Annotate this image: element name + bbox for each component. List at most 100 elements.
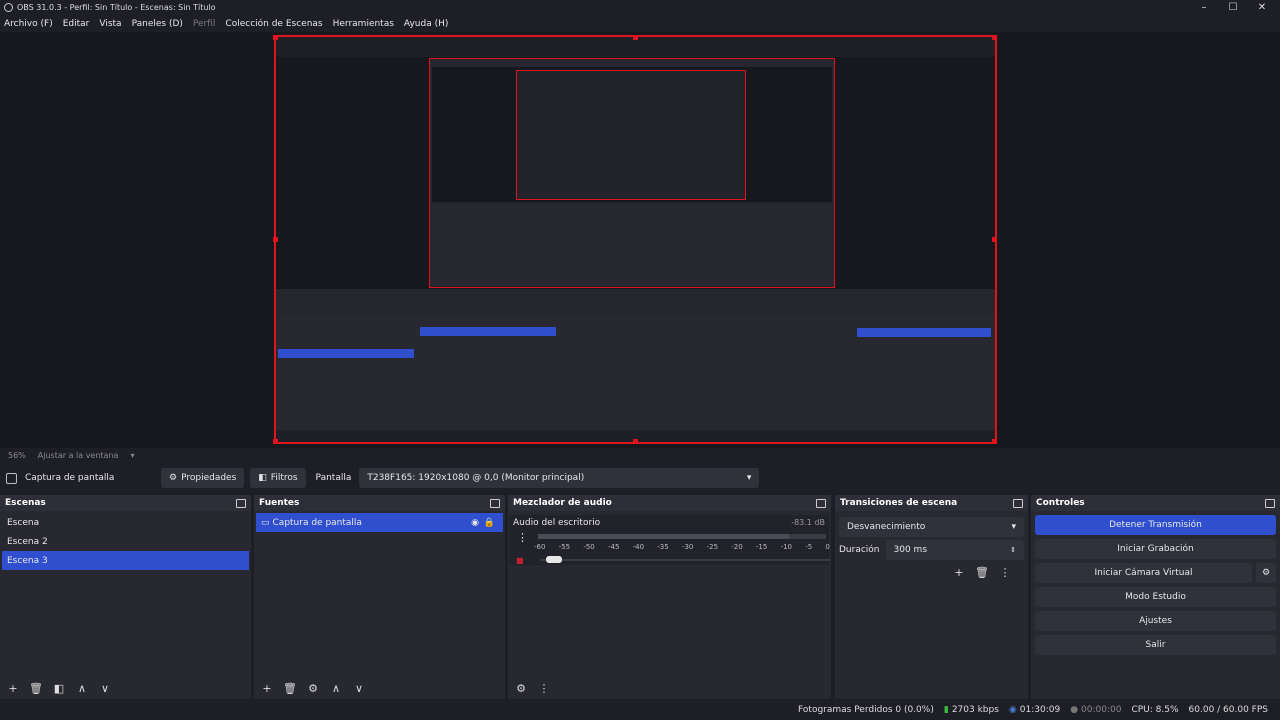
minimize-button[interactable]: –: [1189, 0, 1219, 15]
resize-handle[interactable]: [992, 237, 997, 242]
volume-slider-track[interactable]: [540, 559, 830, 561]
source-item[interactable]: ▭ Captura de pantalla ◉ 🔒: [256, 513, 503, 532]
spin-arrows-icon[interactable]: ⇕: [1010, 546, 1016, 554]
menu-paneles[interactable]: Paneles (D): [132, 19, 183, 29]
undock-icon[interactable]: [1013, 498, 1023, 508]
add-icon[interactable]: +: [951, 564, 967, 580]
sources-footer: + 🗑 ⚙ ∧ ∨: [254, 677, 505, 699]
preview-canvas[interactable]: [274, 35, 997, 444]
volume-meter: [538, 534, 826, 539]
volume-slider-handle[interactable]: [546, 556, 562, 563]
menu-ayuda[interactable]: Ayuda (H): [404, 19, 448, 29]
meter-tick-label: -40: [632, 543, 645, 551]
mute-speaker-icon[interactable]: ■: [516, 556, 524, 565]
resize-handle[interactable]: [633, 439, 638, 444]
nested-capture-control-button: [857, 328, 991, 337]
close-button[interactable]: ✕: [1247, 0, 1277, 15]
display-label: Pantalla: [315, 473, 352, 483]
resize-handle[interactable]: [992, 35, 997, 40]
stop-streaming-button[interactable]: Detener Transmisión: [1035, 515, 1276, 535]
menu-coleccion-escenas[interactable]: Colección de Escenas: [225, 19, 322, 29]
zoom-fit-select[interactable]: Ajustar a la ventana: [38, 451, 119, 460]
gear-icon: ⚙: [1261, 568, 1271, 578]
scene-item[interactable]: Escena 2: [2, 532, 249, 551]
dropped-frames: Fotogramas Perdidos 0 (0.0%): [798, 705, 934, 715]
undock-icon[interactable]: [816, 498, 826, 508]
filter-icon: ◧: [258, 473, 267, 483]
undock-icon[interactable]: [236, 498, 246, 508]
more-vertical-icon[interactable]: ⋮: [536, 680, 552, 696]
record-icon: ●: [1070, 705, 1079, 715]
transition-select[interactable]: Desvanecimiento ▾: [839, 517, 1024, 537]
chevron-down-icon[interactable]: ▾: [130, 451, 134, 460]
properties-button[interactable]: ⚙ Propiedades: [161, 468, 245, 488]
eye-icon[interactable]: ◉: [471, 518, 479, 528]
chevron-down-icon[interactable]: ∨: [351, 680, 367, 696]
meter-tick-label: -15: [755, 543, 768, 551]
duration-spinbox[interactable]: 300 ms ⇕: [885, 540, 1024, 560]
chevron-up-icon[interactable]: ∧: [74, 680, 90, 696]
meter-ticks: -60 -55 -50 -45 -40 -35 -30 -25 -20 -15 -10 -5 0: [534, 543, 830, 553]
resize-handle[interactable]: [633, 35, 638, 40]
filters-label: Filtros: [270, 473, 298, 483]
chevron-down-icon[interactable]: ∨: [97, 680, 113, 696]
nested-capture-titlebar: [276, 37, 995, 57]
trash-icon[interactable]: 🗑: [282, 680, 298, 696]
meter-tick-label: -30: [681, 543, 694, 551]
resize-handle[interactable]: [273, 237, 278, 242]
gear-icon: ⚙: [169, 473, 178, 483]
settings-button[interactable]: Ajustes: [1035, 611, 1276, 631]
signal-icon: ▮: [943, 705, 949, 715]
duration-value: 300 ms: [893, 545, 928, 555]
sources-dock: Fuentes ▭ Captura de pantalla ◉ 🔒 + 🗑 ⚙ …: [254, 495, 505, 699]
studio-mode-button[interactable]: Modo Estudio: [1035, 587, 1276, 607]
transition-value: Desvanecimiento: [847, 522, 926, 532]
virtual-camera-settings-button[interactable]: ⚙: [1256, 563, 1276, 583]
filters-button[interactable]: ◧ Filtros: [250, 468, 306, 488]
exit-button[interactable]: Salir: [1035, 635, 1276, 655]
resize-handle[interactable]: [273, 35, 278, 40]
trash-icon[interactable]: 🗑: [974, 564, 990, 580]
bitrate: 2703 kbps: [951, 705, 999, 715]
undock-icon[interactable]: [490, 498, 500, 508]
chevron-up-icon[interactable]: ∧: [328, 680, 344, 696]
meter-tick-label: -60: [534, 543, 546, 551]
trash-icon[interactable]: 🗑: [28, 680, 44, 696]
menu-vista[interactable]: Vista: [99, 19, 121, 29]
resize-handle[interactable]: [273, 439, 278, 444]
meter-tick-label: -35: [657, 543, 669, 551]
menu-bar: Archivo (F) Editar Vista Paneles (D) Per…: [0, 15, 1280, 32]
lock-icon[interactable]: 🔒: [484, 518, 495, 528]
more-vertical-icon[interactable]: ⋮: [997, 564, 1013, 580]
display-select[interactable]: T238F165: 1920x1080 @ 0,0 (Monitor princ…: [359, 468, 760, 488]
gear-icon[interactable]: ⚙: [513, 680, 529, 696]
scenes-title: Escenas: [5, 498, 46, 508]
filter-icon[interactable]: ◧: [51, 680, 67, 696]
undock-icon[interactable]: [1265, 498, 1275, 508]
menu-perfil[interactable]: Perfil: [193, 19, 216, 29]
scene-item-selected[interactable]: Escena 3: [2, 551, 249, 570]
chevron-down-icon: ▾: [746, 473, 752, 483]
gear-icon[interactable]: ⚙: [305, 680, 321, 696]
mixer-track-name: Audio del escritorio: [513, 518, 601, 528]
controls-title: Controles: [1036, 498, 1085, 508]
menu-herramientas[interactable]: Herramientas: [333, 19, 394, 29]
resize-handle[interactable]: [992, 439, 997, 444]
source-visibility-checkbox[interactable]: [6, 472, 17, 484]
mixer-footer: ⚙ ⋮: [508, 677, 831, 699]
scene-item[interactable]: Escena: [2, 513, 249, 532]
mixer-level: -83.1 dB: [791, 518, 825, 527]
add-icon[interactable]: +: [259, 680, 275, 696]
maximize-button[interactable]: ☐: [1218, 0, 1248, 15]
more-vertical-icon[interactable]: ⋮: [517, 531, 528, 544]
menu-archivo[interactable]: Archivo (F): [4, 19, 53, 29]
volume-meter-fill: [538, 534, 789, 539]
dock-header: Escenas: [0, 495, 251, 511]
start-virtual-camera-button[interactable]: Iniciar Cámara Virtual: [1035, 563, 1252, 583]
mixer-title: Mezclador de audio: [513, 498, 612, 508]
meter-tick-label: -25: [706, 543, 719, 551]
nested-capture-selected-scene: [278, 349, 414, 358]
start-recording-button[interactable]: Iniciar Grabación: [1035, 539, 1276, 559]
add-icon[interactable]: +: [5, 680, 21, 696]
menu-editar[interactable]: Editar: [63, 19, 90, 29]
